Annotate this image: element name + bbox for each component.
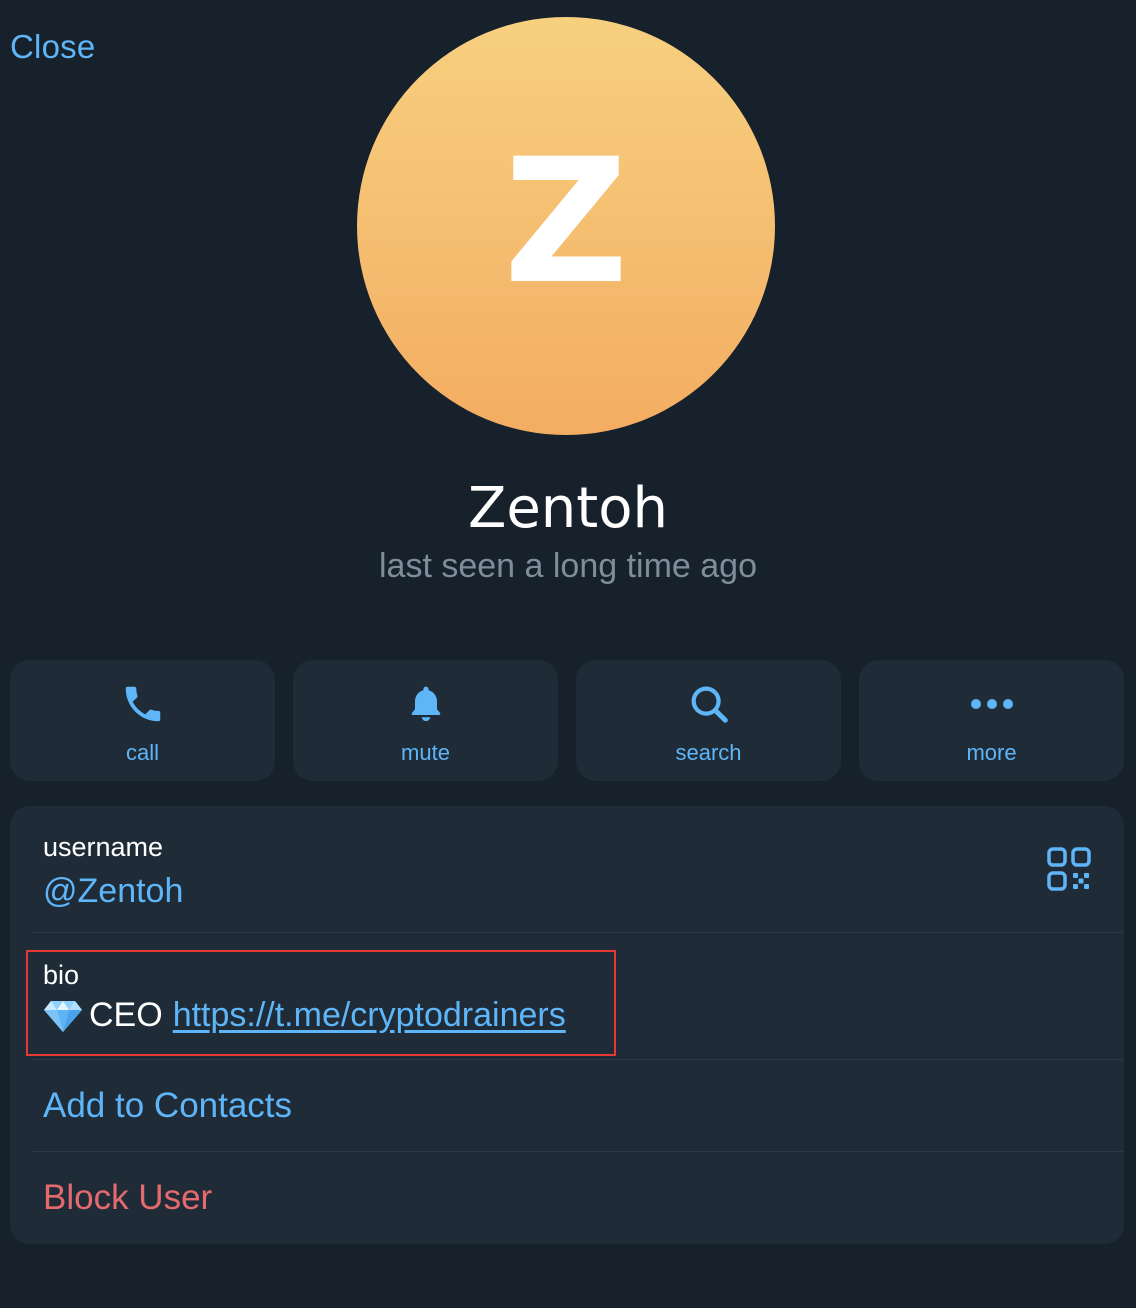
more-button[interactable]: more (859, 660, 1124, 781)
divider (32, 1059, 1124, 1060)
close-button[interactable]: Close (10, 28, 95, 66)
divider (32, 1151, 1124, 1152)
qr-code-icon[interactable] (1046, 846, 1092, 897)
username-label: username (43, 832, 164, 862)
profile-name: Zentoh (467, 476, 669, 541)
mute-label: mute (401, 740, 450, 765)
more-dots-icon (968, 680, 1016, 728)
avatar-initial: Z (503, 121, 629, 322)
divider (32, 932, 1124, 933)
search-icon (686, 680, 732, 728)
bio-label: bio (43, 960, 80, 990)
more-label: more (966, 740, 1017, 765)
search-label: search (675, 740, 742, 765)
mute-button[interactable]: mute (293, 660, 558, 781)
call-label: call (125, 740, 159, 765)
diamond-icon (43, 999, 83, 1033)
add-to-contacts-button[interactable]: Add to Contacts (43, 1086, 292, 1126)
last-seen-status: last seen a long time ago (378, 547, 758, 585)
avatar[interactable]: Z (357, 17, 775, 435)
phone-icon (120, 680, 166, 728)
search-button[interactable]: search (576, 660, 841, 781)
username-value[interactable]: @Zentoh (43, 872, 183, 911)
bio-role: CEO (89, 996, 163, 1034)
call-button[interactable]: call (10, 660, 275, 781)
bio-link[interactable]: https://t.me/cryptodrainers (173, 996, 566, 1035)
profile-info-card: username @Zentoh bio CEO https://t.me/cr… (10, 806, 1124, 1244)
action-bar: call mute search more (10, 660, 1124, 781)
bio-text: CEO https://t.me/cryptodrainers (43, 996, 566, 1035)
block-user-button[interactable]: Block User (43, 1178, 212, 1218)
bell-icon (404, 680, 448, 728)
